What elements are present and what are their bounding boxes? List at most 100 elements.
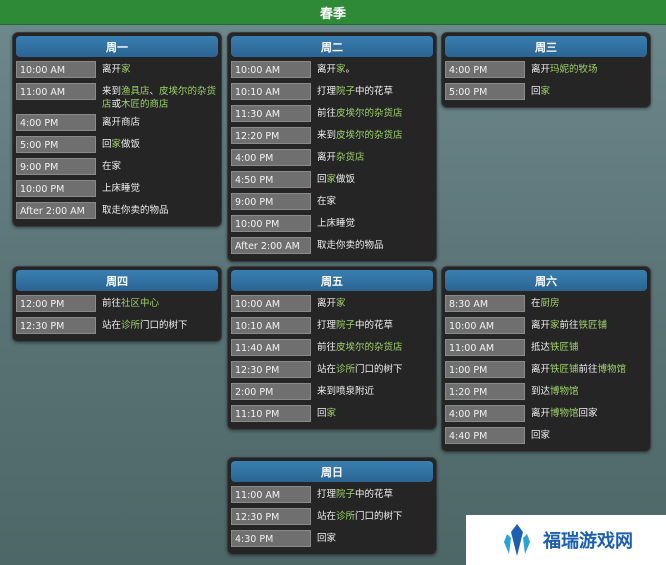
location-highlight: 玛妮的牧场 xyxy=(550,64,598,75)
event-time: 4:00 PM xyxy=(445,61,525,78)
location-highlight: 皮埃尔的杂货店 xyxy=(336,108,403,119)
event-time: 12:30 PM xyxy=(16,317,96,334)
event-time: 10:10 AM xyxy=(231,83,311,100)
schedule-row: 1:00 PM 离开铁匠铺前往博物馆 xyxy=(445,361,647,380)
location-highlight: 杂货店 xyxy=(336,152,365,163)
schedule-row: 9:00 PM 在家 xyxy=(16,158,218,177)
schedule-row: 11:10 PM 回家 xyxy=(231,405,433,424)
schedule-row: After 2:00 AM 取走你卖的物品 xyxy=(16,202,218,221)
event-text: 门口的树下 xyxy=(355,511,403,522)
schedule-row: 5:00 PM 回家做饭 xyxy=(16,136,218,155)
event-time: 10:00 PM xyxy=(16,180,96,197)
location-highlight: 家 xyxy=(550,320,560,331)
event-time: After 2:00 AM xyxy=(231,237,311,254)
event-text: 站在 xyxy=(102,320,122,331)
event-text: 门口的树下 xyxy=(355,364,403,375)
watermark-text: 福瑞游戏网 xyxy=(543,531,633,552)
day-panel-monday: 周一 10:00 AM 离开家 11:00 AM 来到渔具店、皮埃尔的杂货店或木匠的商店… xyxy=(12,32,222,227)
event-time: 11:30 AM xyxy=(231,105,311,122)
event-text: 取走你卖的物品 xyxy=(317,240,384,251)
event-time: 4:00 PM xyxy=(16,114,96,131)
event-text: 离开 xyxy=(531,408,551,419)
event-description: 离开家。 xyxy=(311,61,355,76)
event-text: 离开 xyxy=(102,64,122,75)
event-time: 10:00 AM xyxy=(231,295,311,312)
day-panel-wednesday: 周三 4:00 PM 离开玛妮的牧场 5:00 PM 回家 xyxy=(441,32,651,108)
location-highlight: 家 xyxy=(121,64,131,75)
event-time: 4:50 PM xyxy=(231,171,311,188)
event-description: 离开铁匠铺前往博物馆 xyxy=(525,361,626,376)
event-time: 9:00 PM xyxy=(16,158,96,175)
crystal-logo-icon xyxy=(504,524,530,556)
schedule-row: After 2:00 AM 取走你卖的物品 xyxy=(231,237,433,256)
schedule-row: 11:00 AM 来到渔具店、皮埃尔的杂货店或木匠的商店 xyxy=(16,83,218,111)
event-description: 打理院子中的花草 xyxy=(311,486,393,501)
schedule-row: 12:30 PM 站在诊所门口的树下 xyxy=(231,361,433,380)
schedule-row: 4:00 PM 离开玛妮的牧场 xyxy=(445,61,647,80)
event-description: 回家做饭 xyxy=(311,171,355,186)
event-text: 前往 xyxy=(578,364,598,375)
schedule-row: 8:30 AM 在厨房 xyxy=(445,295,647,314)
event-text: 打理 xyxy=(317,320,337,331)
event-text: 在 xyxy=(531,298,541,309)
event-description: 在家 xyxy=(311,193,336,208)
event-time: 10:00 AM xyxy=(16,61,96,78)
schedule-row: 11:00 AM 打理院子中的花草 xyxy=(231,486,433,505)
location-highlight: 院子 xyxy=(336,320,356,331)
event-description: 前往皮埃尔的杂货店 xyxy=(311,105,403,120)
event-description: 离开家 xyxy=(96,61,131,76)
event-description: 抵达铁匠铺 xyxy=(525,339,579,354)
location-highlight: 院子 xyxy=(336,489,356,500)
event-description: 离开家 xyxy=(311,295,346,310)
event-time: 5:00 PM xyxy=(445,83,525,100)
season-title: 春季 xyxy=(0,0,666,25)
schedule-row: 11:40 AM 前往皮埃尔的杂货店 xyxy=(231,339,433,358)
schedule-row: 4:00 PM 离开商店 xyxy=(16,114,218,133)
schedule-row: 4:50 PM 回家做饭 xyxy=(231,171,433,190)
event-time: 2:00 PM xyxy=(231,383,311,400)
event-description: 来到渔具店、皮埃尔的杂货店或木匠的商店 xyxy=(96,83,218,111)
event-time: 4:30 PM xyxy=(231,530,311,547)
event-time: 12:00 PM xyxy=(16,295,96,312)
event-text: 回家 xyxy=(317,533,337,544)
event-description: 取走你卖的物品 xyxy=(96,202,169,217)
location-highlight: 木匠的商店 xyxy=(121,99,169,110)
event-text: 回 xyxy=(531,86,541,97)
event-description: 离开家前往铁匠铺 xyxy=(525,317,607,332)
location-highlight: 博物馆 xyxy=(550,408,579,419)
event-description: 来到皮埃尔的杂货店 xyxy=(311,127,403,142)
location-highlight: 院子 xyxy=(336,86,356,97)
event-description: 站在诊所门口的树下 xyxy=(311,361,403,376)
day-header: 周六 xyxy=(445,270,647,291)
location-highlight: 家 xyxy=(336,64,346,75)
schedule-row: 11:00 AM 抵达铁匠铺 xyxy=(445,339,647,358)
day-panel-friday: 周五 10:00 AM 离开家 10:10 AM 打理院子中的花草 11:40 AM 前往皮… xyxy=(227,266,437,430)
event-text: 回家 xyxy=(578,408,598,419)
location-highlight: 博物馆 xyxy=(550,386,579,397)
event-text: 在家 xyxy=(102,161,122,172)
schedule-row: 4:00 PM 离开博物馆回家 xyxy=(445,405,647,424)
event-description: 离开玛妮的牧场 xyxy=(525,61,598,76)
event-description: 回家做饭 xyxy=(96,136,140,151)
event-text: 中的花草 xyxy=(355,320,394,331)
event-text: 打理 xyxy=(317,86,337,97)
event-description: 回家 xyxy=(525,427,550,442)
location-highlight: 家 xyxy=(336,298,346,309)
location-highlight: 家 xyxy=(326,174,337,185)
location-highlight: 诊所 xyxy=(121,320,141,331)
event-time: 12:30 PM xyxy=(231,508,311,525)
schedule-row: 1:20 PM 到达博物馆 xyxy=(445,383,647,402)
event-description: 上床睡觉 xyxy=(96,180,140,195)
event-description: 前往皮埃尔的杂货店 xyxy=(311,339,403,354)
event-text: 离开 xyxy=(531,64,551,75)
event-text: 前往 xyxy=(102,298,122,309)
schedule-row: 9:00 PM 在家 xyxy=(231,193,433,212)
schedule-row: 2:00 PM 来到喷泉附近 xyxy=(231,383,433,402)
event-text: 来到 xyxy=(317,130,337,141)
event-text: 上床睡觉 xyxy=(102,183,141,194)
schedule-row: 12:30 PM 站在诊所门口的树下 xyxy=(16,317,218,336)
event-time: 1:20 PM xyxy=(445,383,525,400)
event-time: After 2:00 AM xyxy=(16,202,96,219)
event-description: 离开杂货店 xyxy=(311,149,365,164)
location-highlight: 诊所 xyxy=(336,511,356,522)
